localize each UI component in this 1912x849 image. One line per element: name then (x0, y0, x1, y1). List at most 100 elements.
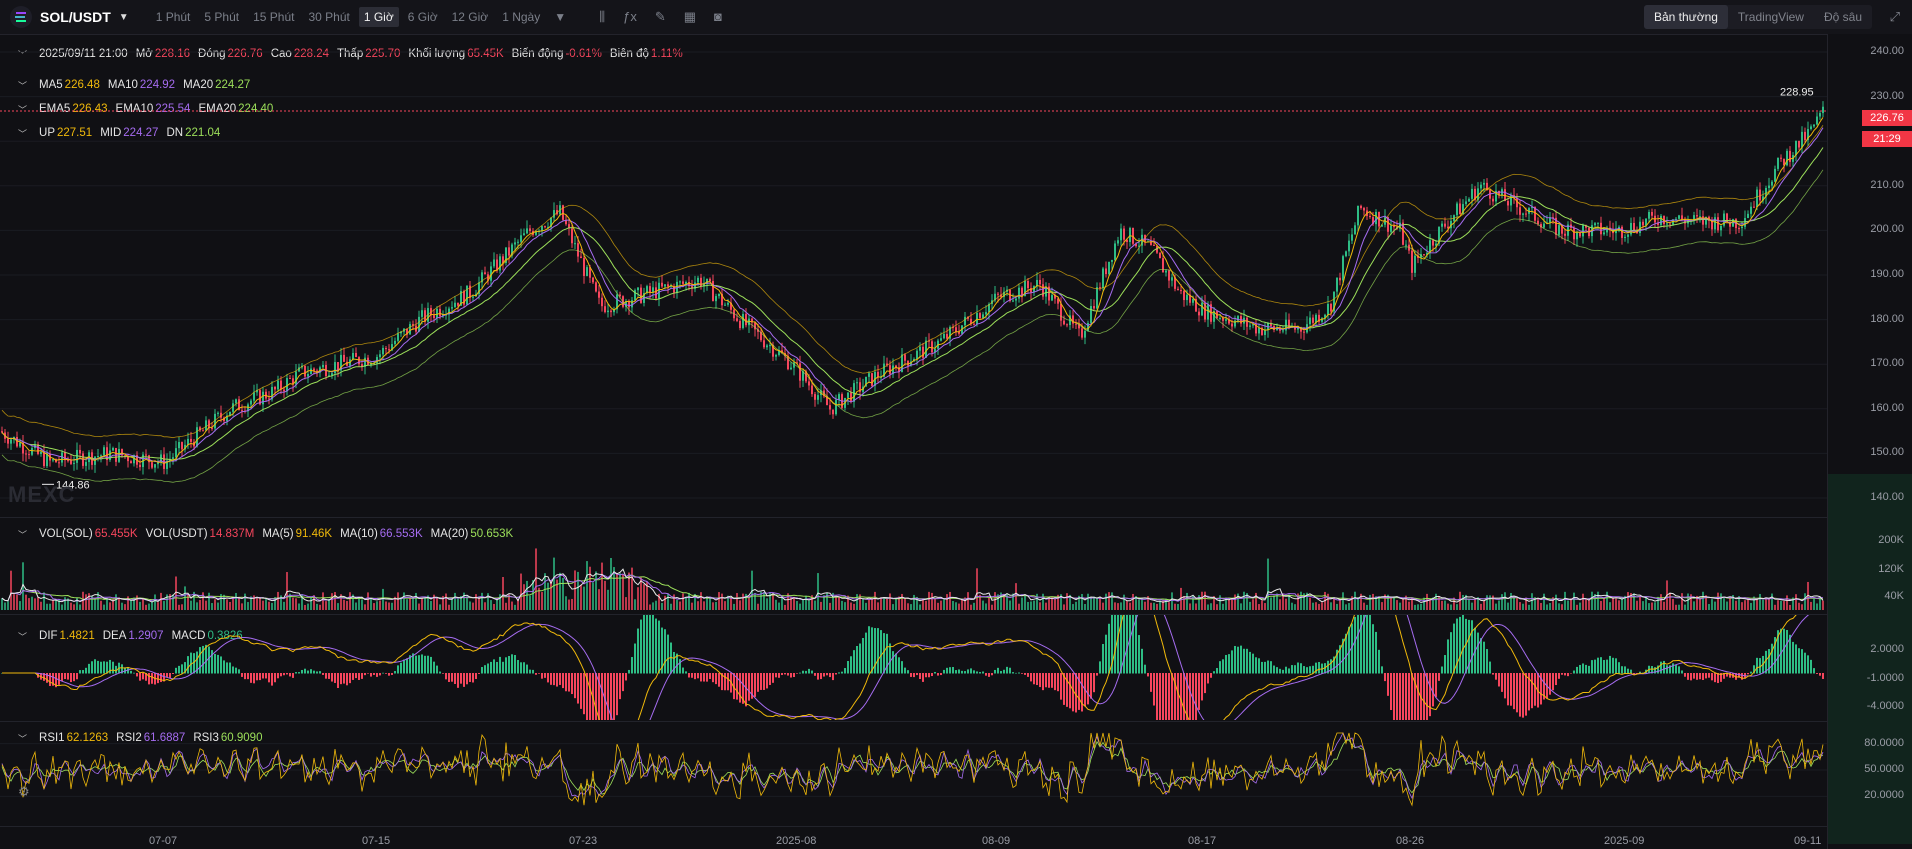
macd-histogram-bar (694, 673, 696, 680)
view-basic[interactable]: Bản thường (1643, 5, 1728, 29)
macd-histogram-bar (1297, 662, 1299, 674)
candle-body (28, 454, 30, 456)
settings-icon[interactable]: ⚙ (18, 784, 30, 800)
volume-bar (1216, 604, 1218, 610)
rsi-chart[interactable] (0, 722, 1828, 824)
volume-bar (1030, 601, 1032, 610)
volume-bar (1126, 601, 1128, 610)
volume-bar (1597, 591, 1599, 610)
macd-histogram-bar (868, 626, 870, 674)
volume-bar (1114, 602, 1116, 610)
volume-bar (1177, 603, 1179, 610)
candle-body (1543, 223, 1545, 228)
candle-body (1456, 203, 1458, 216)
macd-chart[interactable] (0, 615, 1828, 720)
volume-bar (490, 600, 492, 610)
fullscreen-icon[interactable]: ⤢ (1890, 9, 1900, 25)
interval-30m[interactable]: 30 Phút (303, 7, 354, 27)
volume-bar (421, 597, 423, 610)
candle-body (907, 360, 909, 366)
volume-bar (403, 592, 405, 610)
interval-more-icon[interactable]: ▼ (549, 7, 571, 27)
volume-bar (772, 594, 774, 610)
interval-6h[interactable]: 6 Giờ (403, 7, 443, 27)
interval-1d[interactable]: 1 Ngày (497, 7, 545, 27)
macd-histogram-bar (1813, 668, 1815, 674)
price-axis[interactable]: 240.00230.00220.00210.00200.00190.00180.… (1827, 34, 1912, 849)
macd-histogram-bar (1162, 673, 1164, 720)
volume-bar (61, 604, 63, 610)
candle-body (313, 368, 315, 371)
draw-pencil-icon[interactable]: ✎ (655, 9, 666, 25)
layout-grid-icon[interactable]: ▦ (684, 9, 696, 25)
macd-histogram-bar (568, 673, 570, 692)
volume-bar (1066, 593, 1068, 610)
macd-histogram-bar (823, 673, 825, 677)
candle-body (1702, 216, 1704, 225)
macd-histogram-bar (241, 673, 243, 677)
interval-1m[interactable]: 1 Phút (151, 7, 196, 27)
interval-1h[interactable]: 1 Giờ (358, 7, 399, 27)
volume-bar (1735, 600, 1737, 610)
candle-body (352, 352, 354, 360)
macd-histogram-bar (478, 673, 480, 674)
view-depth[interactable]: Độ sâu (1814, 5, 1872, 29)
volume-bar (457, 598, 459, 610)
macd-histogram-bar (1792, 641, 1794, 674)
volume-bar (7, 601, 9, 610)
macd-histogram-bar (607, 673, 609, 720)
macd-histogram-bar (637, 628, 639, 674)
macd-histogram-bar (1615, 658, 1617, 674)
price-chart[interactable]: 228.95144.86 (0, 34, 1828, 514)
volume-bar (190, 600, 192, 610)
candle-body (736, 318, 738, 321)
macd-histogram-bar (1756, 657, 1758, 674)
pair-dropdown-icon[interactable]: ▼ (119, 12, 129, 23)
volume-bar (1726, 601, 1728, 610)
macd-histogram-bar (181, 664, 183, 674)
macd-histogram-bar (1222, 659, 1224, 674)
volume-bar (1516, 598, 1518, 610)
macd-histogram-bar (1216, 668, 1218, 674)
macd-histogram-bar (1582, 663, 1584, 674)
camera-icon[interactable]: ◙ (714, 9, 722, 25)
indicator-icon[interactable]: ƒx (623, 9, 637, 25)
candle-body (1123, 228, 1125, 240)
macd-histogram-bar (349, 673, 351, 684)
candle-body (1777, 157, 1779, 169)
candle-body (925, 340, 927, 358)
volume-bar (976, 568, 978, 610)
volume-bar (739, 600, 741, 610)
candle-body (1348, 240, 1350, 252)
volume-bar (883, 597, 885, 610)
volume-bar (1426, 593, 1428, 610)
volume-bar (793, 596, 795, 610)
candle-body (1738, 228, 1740, 230)
candle-body (190, 438, 192, 442)
macd-histogram-bar (793, 673, 795, 678)
macd-histogram-bar (1171, 673, 1173, 720)
volume-chart[interactable] (0, 518, 1828, 614)
volume-bar (766, 598, 768, 610)
macd-histogram-bar (1507, 673, 1509, 706)
macd-histogram-bar (1750, 671, 1752, 674)
macd-histogram-bar (1195, 673, 1197, 720)
macd-histogram-bar (754, 673, 756, 697)
macd-histogram-bar (1555, 673, 1557, 686)
volume-bar (1117, 603, 1119, 610)
candle-body (1342, 256, 1344, 281)
pair-title[interactable]: SOL/USDT (40, 9, 111, 25)
macd-histogram-bar (1060, 673, 1062, 700)
interval-12h[interactable]: 12 Giờ (447, 7, 494, 27)
candlestick-icon[interactable]: ⫼ (599, 9, 605, 25)
macd-histogram-bar (529, 669, 531, 674)
macd-histogram-bar (1405, 673, 1407, 720)
volume-bar (1813, 598, 1815, 610)
macd-histogram-bar (331, 673, 333, 682)
interval-15m[interactable]: 15 Phút (248, 7, 299, 27)
view-tradingview[interactable]: TradingView (1728, 5, 1814, 29)
macd-histogram-bar (1579, 664, 1581, 674)
interval-5m[interactable]: 5 Phút (199, 7, 244, 27)
volume-bar (910, 604, 912, 610)
candle-body (1039, 279, 1041, 285)
